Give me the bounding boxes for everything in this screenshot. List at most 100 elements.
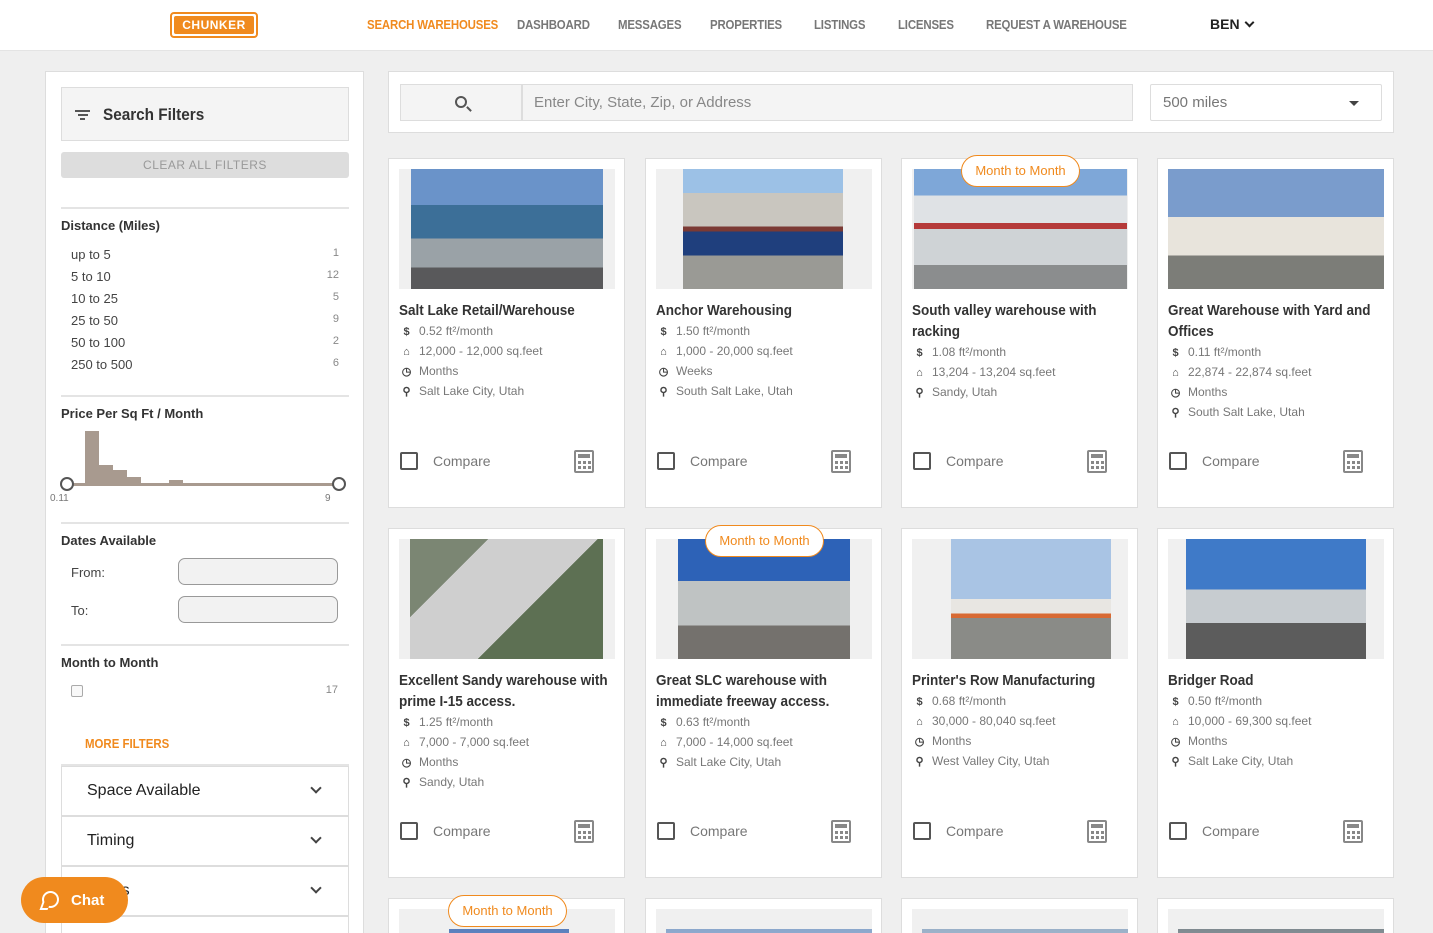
warehouse-photo[interactable] xyxy=(1186,539,1366,659)
warehouse-photo-frame[interactable] xyxy=(912,539,1128,659)
warehouse-card[interactable] xyxy=(1157,898,1394,933)
warehouse-photo-frame[interactable] xyxy=(1168,539,1384,659)
month-to-month-checkbox[interactable] xyxy=(71,685,83,697)
price-slider-track[interactable] xyxy=(66,483,338,486)
nav-dashboard[interactable]: DASHBOARD xyxy=(517,17,590,32)
compare-label[interactable]: Compare xyxy=(1202,453,1260,469)
radius-select[interactable]: 500 miles xyxy=(1150,84,1382,121)
warehouse-photo[interactable] xyxy=(411,169,603,289)
warehouse-card[interactable]: Great Warehouse with Yard and Offices $0.… xyxy=(1157,158,1394,508)
compare-label[interactable]: Compare xyxy=(433,453,491,469)
warehouse-photo-frame[interactable] xyxy=(1168,169,1384,289)
price-detail: $0.50 ft²/month xyxy=(1170,694,1262,708)
nav-licenses[interactable]: LICENSES xyxy=(898,17,954,32)
warehouse-card[interactable]: Bridger Road $0.50 ft²/month ⌂ 10,000 - 69,… xyxy=(1157,528,1394,878)
more-filters-link[interactable]: MORE FILTERS xyxy=(85,736,169,751)
calculator-icon[interactable] xyxy=(831,450,851,473)
distance-option[interactable]: 10 to 25 5 xyxy=(71,291,339,306)
distance-option[interactable]: 25 to 50 9 xyxy=(71,313,339,328)
warehouse-photo[interactable] xyxy=(683,169,843,289)
location-search-input[interactable] xyxy=(522,84,1133,121)
warehouse-photo[interactable] xyxy=(410,539,603,659)
nav-properties[interactable]: PROPERTIES xyxy=(710,17,782,32)
chunker-logo[interactable]: CHUNKER xyxy=(170,12,258,38)
user-menu[interactable]: BEN xyxy=(1210,16,1255,32)
calculator-icon[interactable] xyxy=(831,820,851,843)
calculator-icon[interactable] xyxy=(574,820,594,843)
compare-checkbox[interactable] xyxy=(657,822,675,840)
calculator-icon[interactable] xyxy=(1343,450,1363,473)
warehouse-card[interactable]: Salt Lake Retail/Warehouse $0.52 ft²/mont… xyxy=(388,158,625,508)
search-button[interactable] xyxy=(400,84,522,121)
warehouse-photo[interactable] xyxy=(922,929,1128,933)
nav-search-warehouses[interactable]: SEARCH WAREHOUSES xyxy=(367,17,498,32)
warehouse-photo[interactable] xyxy=(1168,169,1384,289)
warehouse-card[interactable]: Month to Month Great SLC warehouse with i… xyxy=(645,525,882,878)
warehouse-card[interactable]: Anchor Warehousing $1.50 ft²/month ⌂ 1,000 … xyxy=(645,158,882,508)
warehouse-photo[interactable] xyxy=(914,169,1127,289)
warehouse-card[interactable] xyxy=(645,898,882,933)
warehouse-photo-frame[interactable] xyxy=(912,169,1128,289)
warehouse-card[interactable] xyxy=(901,898,1138,933)
distance-option[interactable]: 5 to 10 12 xyxy=(71,269,339,284)
distance-option[interactable]: 50 to 100 2 xyxy=(71,335,339,350)
compare-label[interactable]: Compare xyxy=(433,823,491,839)
warehouse-photo-frame[interactable] xyxy=(912,909,1128,933)
warehouse-card[interactable]: Printer's Row Manufacturing $0.68 ft²/mon… xyxy=(901,528,1138,878)
dates-title: Dates Available xyxy=(61,533,157,548)
nav-request-a-warehouse[interactable]: REQUEST A WAREHOUSE xyxy=(986,17,1127,32)
warehouse-photo[interactable] xyxy=(678,539,850,659)
warehouse-photo-frame[interactable] xyxy=(1168,909,1384,933)
compare-checkbox[interactable] xyxy=(913,452,931,470)
date-from-input[interactable] xyxy=(178,558,338,585)
search-filters-header[interactable]: Search Filters xyxy=(61,87,349,141)
clear-all-filters-button[interactable]: CLEAR ALL FILTERS xyxy=(61,152,349,178)
calculator-icon[interactable] xyxy=(574,450,594,473)
compare-checkbox[interactable] xyxy=(400,452,418,470)
calculator-icon[interactable] xyxy=(1343,820,1363,843)
compare-checkbox[interactable] xyxy=(913,822,931,840)
warehouse-photo[interactable] xyxy=(449,929,569,933)
compare-checkbox[interactable] xyxy=(1169,452,1187,470)
accordion-space-available[interactable]: Space Available xyxy=(61,766,349,816)
warehouse-title[interactable]: Printer's Row Manufacturing xyxy=(912,670,1133,691)
warehouse-card[interactable]: Month to Month xyxy=(388,895,625,933)
compare-label[interactable]: Compare xyxy=(1202,823,1260,839)
accordion-timing[interactable]: Timing xyxy=(61,816,349,866)
compare-checkbox[interactable] xyxy=(657,452,675,470)
price-slider-min-handle[interactable] xyxy=(60,477,74,491)
warehouse-photo[interactable] xyxy=(1178,929,1384,933)
warehouse-photo[interactable] xyxy=(951,539,1111,659)
warehouse-photo-frame[interactable] xyxy=(399,539,615,659)
warehouse-title[interactable]: South valley warehouse with racking xyxy=(912,300,1133,342)
calculator-icon[interactable] xyxy=(1087,820,1107,843)
warehouse-photo[interactable] xyxy=(666,929,872,933)
compare-label[interactable]: Compare xyxy=(946,823,1004,839)
warehouse-title[interactable]: Great Warehouse with Yard and Offices xyxy=(1168,300,1389,342)
warehouse-photo-frame[interactable] xyxy=(399,169,615,289)
warehouse-photo-frame[interactable] xyxy=(656,909,872,933)
home-icon: ⌂ xyxy=(403,737,410,749)
nav-listings[interactable]: LISTINGS xyxy=(814,17,866,32)
compare-checkbox[interactable] xyxy=(400,822,418,840)
compare-checkbox[interactable] xyxy=(1169,822,1187,840)
warehouse-photo-frame[interactable] xyxy=(656,539,872,659)
warehouse-title[interactable]: Anchor Warehousing xyxy=(656,300,877,321)
warehouse-photo-frame[interactable] xyxy=(656,169,872,289)
nav-messages[interactable]: MESSAGES xyxy=(618,17,682,32)
distance-option[interactable]: 250 to 500 6 xyxy=(71,357,339,372)
distance-option[interactable]: up to 5 1 xyxy=(71,247,339,262)
compare-label[interactable]: Compare xyxy=(690,453,748,469)
warehouse-card[interactable]: Month to Month South valley warehouse wit… xyxy=(901,155,1138,508)
chat-button[interactable]: Chat xyxy=(21,877,128,923)
compare-label[interactable]: Compare xyxy=(690,823,748,839)
price-slider-max-handle[interactable] xyxy=(332,477,346,491)
warehouse-card[interactable]: Excellent Sandy warehouse with prime I-1… xyxy=(388,528,625,878)
compare-label[interactable]: Compare xyxy=(946,453,1004,469)
calculator-icon[interactable] xyxy=(1087,450,1107,473)
warehouse-title[interactable]: Salt Lake Retail/Warehouse xyxy=(399,300,620,321)
warehouse-title[interactable]: Great SLC warehouse with immediate freew… xyxy=(656,670,877,712)
date-to-input[interactable] xyxy=(178,596,338,623)
warehouse-title[interactable]: Excellent Sandy warehouse with prime I-1… xyxy=(399,670,620,712)
warehouse-title[interactable]: Bridger Road xyxy=(1168,670,1389,691)
